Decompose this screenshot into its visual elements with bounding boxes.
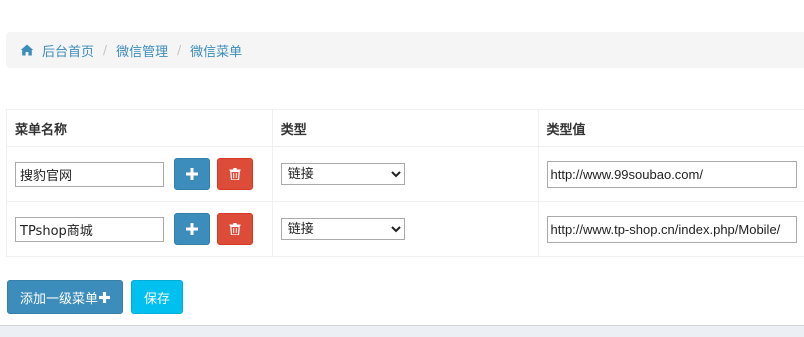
- menu-type-cell: 链接: [272, 201, 539, 257]
- footer-bar: [0, 325, 804, 337]
- table-header-row: 菜单名称 类型 类型值: [6, 109, 804, 147]
- action-bar: 添加一级菜单 保存: [7, 280, 184, 314]
- delete-menu-button[interactable]: [217, 213, 254, 245]
- column-header-menu-name: 菜单名称: [6, 109, 273, 147]
- breadcrumb-home-link[interactable]: 后台首页: [42, 41, 94, 60]
- menu-value-input[interactable]: [546, 160, 797, 188]
- column-header-type-value: 类型值: [538, 109, 804, 147]
- menu-name-input[interactable]: [15, 161, 164, 187]
- plus-icon: [186, 168, 199, 180]
- menu-value-cell: [538, 146, 804, 202]
- breadcrumb-separator: /: [103, 43, 108, 57]
- save-button[interactable]: 保存: [131, 280, 184, 314]
- menu-type-select[interactable]: 链接: [280, 163, 405, 185]
- menu-type-select[interactable]: 链接: [280, 218, 405, 240]
- add-top-menu-button[interactable]: 添加一级菜单: [7, 280, 124, 314]
- menu-value-input[interactable]: [546, 215, 797, 243]
- save-label: 保存: [144, 291, 171, 307]
- add-submenu-button[interactable]: [174, 213, 211, 245]
- menu-name-input[interactable]: [15, 216, 164, 242]
- menu-name-cell: [6, 146, 273, 202]
- add-top-menu-label: 添加一级菜单: [20, 291, 99, 307]
- plus-icon: [186, 223, 199, 235]
- trash-icon: [229, 223, 241, 235]
- delete-menu-button[interactable]: [217, 158, 254, 190]
- menu-type-cell: 链接: [272, 146, 539, 202]
- menu-table: 菜单名称 类型 类型值 搜豹官网 链接 http://www.99soubao.…: [6, 109, 804, 257]
- home-icon: [20, 43, 34, 57]
- table-row: 链接: [6, 201, 804, 257]
- trash-icon: [229, 168, 241, 180]
- column-header-type: 类型: [272, 109, 539, 147]
- plus-icon: [99, 288, 111, 306]
- breadcrumb-separator: /: [177, 43, 182, 57]
- menu-name-cell: [6, 201, 273, 257]
- breadcrumb-wechat-manage-link[interactable]: 微信管理: [116, 41, 168, 60]
- add-submenu-button[interactable]: [174, 158, 211, 190]
- menu-value-cell: [538, 201, 804, 257]
- breadcrumb: 后台首页 / 微信管理 / 微信菜单: [6, 32, 804, 68]
- breadcrumb-wechat-menu-link[interactable]: 微信菜单: [190, 41, 242, 60]
- wechat-menu-page: 后台首页 / 微信管理 / 微信菜单 菜单名称 类型 类型值 搜豹官网 链接 h…: [0, 0, 804, 337]
- table-row: 链接: [6, 146, 804, 202]
